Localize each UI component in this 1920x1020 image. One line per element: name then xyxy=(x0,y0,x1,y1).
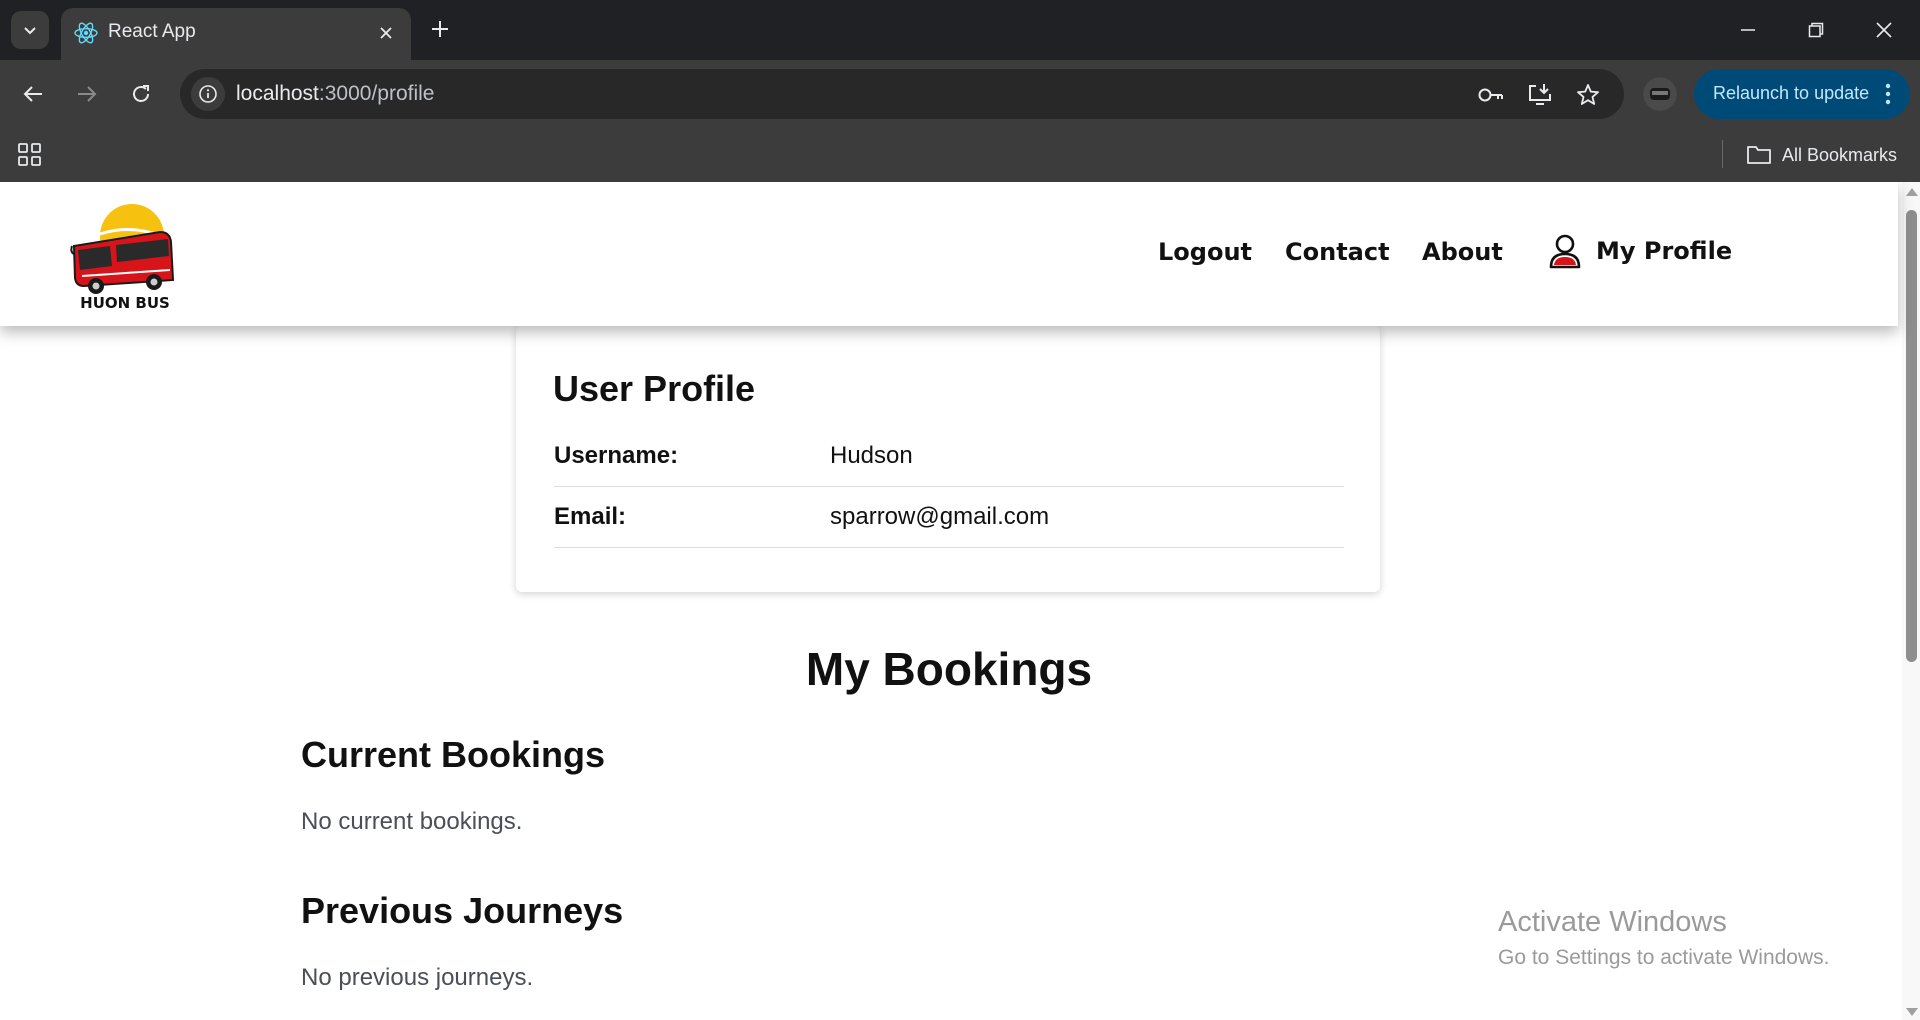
current-bookings-title: Current Bookings xyxy=(301,734,606,775)
page-scrollbar[interactable] xyxy=(1902,182,1920,1020)
relaunch-label: Relaunch to update xyxy=(1713,83,1870,103)
site-header: HUON BUS Logout Contact About My Profile xyxy=(0,182,1898,326)
install-icon xyxy=(1529,84,1551,105)
user-profile-title: User Profile xyxy=(553,368,756,409)
restore-icon xyxy=(1808,22,1824,38)
close-window-button[interactable] xyxy=(1864,12,1904,48)
scroll-down-arrow[interactable] xyxy=(1906,1008,1918,1016)
page-viewport: HUON BUS Logout Contact About My Profile… xyxy=(0,182,1920,1020)
browser-toolbar: localhost:3000/profile Relaunch to updat… xyxy=(0,60,1920,128)
arrow-left-icon xyxy=(23,86,42,102)
bookmarks-bar: All Bookmarks xyxy=(0,128,1920,182)
previous-journeys-title: Previous Journeys xyxy=(301,890,624,931)
restore-button[interactable] xyxy=(1796,12,1836,48)
relaunch-to-update-button[interactable]: Relaunch to update xyxy=(1694,69,1910,119)
email-value: sparrow@gmail.com xyxy=(830,503,1050,530)
scroll-thumb[interactable] xyxy=(1906,210,1917,662)
more-menu-button[interactable] xyxy=(1878,81,1898,107)
react-icon xyxy=(74,22,98,44)
address-bar[interactable]: localhost:3000/profile xyxy=(180,69,1624,119)
site-info-button[interactable] xyxy=(191,77,225,111)
nav-my-profile-link[interactable]: My Profile xyxy=(1548,226,1732,276)
profile-row-username: Username: Hudson xyxy=(554,426,1344,487)
folder-icon xyxy=(1747,146,1771,164)
close-icon xyxy=(380,27,392,39)
apps-grid-icon[interactable] xyxy=(16,141,44,169)
username-label: Username: xyxy=(554,442,679,469)
all-bookmarks-label: All Bookmarks xyxy=(1782,144,1898,165)
browser-profile-avatar[interactable] xyxy=(1643,77,1677,111)
email-label: Email: xyxy=(554,503,627,530)
all-bookmarks-button[interactable]: All Bookmarks xyxy=(1746,140,1897,170)
current-bookings-empty: No current bookings. xyxy=(301,808,523,835)
nav-my-profile-label: My Profile xyxy=(1596,237,1733,265)
windows-activation-subtitle: Go to Settings to activate Windows. xyxy=(1498,946,1830,969)
tab-title: React App xyxy=(108,21,196,42)
logo-text: HUON BUS xyxy=(80,294,170,312)
my-bookings-title: My Bookings xyxy=(805,643,1093,695)
more-vertical-icon xyxy=(1885,83,1891,105)
user-icon xyxy=(1549,234,1581,269)
chevron-down-icon xyxy=(24,27,36,35)
reload-icon xyxy=(133,85,149,102)
back-button[interactable] xyxy=(12,73,54,115)
bookmark-star-button[interactable] xyxy=(1573,80,1603,110)
avatar-icon xyxy=(1643,77,1677,111)
username-value: Hudson xyxy=(830,442,913,469)
profile-row-email: Email: sparrow@gmail.com xyxy=(554,487,1344,548)
url-path: :3000/profile xyxy=(318,82,435,105)
tab-close-button[interactable] xyxy=(373,20,399,46)
new-tab-button[interactable] xyxy=(425,14,455,44)
nav-about-link[interactable]: About xyxy=(1422,238,1503,266)
minimize-button[interactable] xyxy=(1728,12,1768,48)
browser-tab-strip: React App xyxy=(0,0,1920,60)
url-text[interactable]: localhost:3000/profile xyxy=(236,82,434,106)
bookmarks-separator xyxy=(1722,140,1723,168)
browser-tab[interactable]: React App xyxy=(61,8,411,60)
huon-bus-logo[interactable]: HUON BUS xyxy=(70,194,180,312)
windows-activation-title: Activate Windows xyxy=(1498,906,1727,938)
star-icon xyxy=(1577,84,1599,105)
install-app-button[interactable] xyxy=(1525,80,1555,110)
user-profile-card: User Profile Username: Hudson Email: spa… xyxy=(516,326,1380,592)
tab-search-button[interactable] xyxy=(11,11,49,49)
info-icon xyxy=(199,85,217,103)
key-icon xyxy=(1478,88,1503,102)
nav-logout-link[interactable]: Logout xyxy=(1158,238,1252,266)
forward-button[interactable] xyxy=(66,73,108,115)
plus-icon xyxy=(432,21,448,37)
close-icon xyxy=(1876,22,1892,38)
minimize-icon xyxy=(1741,29,1755,31)
nav-contact-link[interactable]: Contact xyxy=(1285,238,1390,266)
password-key-button[interactable] xyxy=(1476,80,1506,110)
reload-button[interactable] xyxy=(120,73,162,115)
scroll-up-arrow[interactable] xyxy=(1906,188,1918,196)
arrow-right-icon xyxy=(78,86,97,102)
url-host: localhost xyxy=(236,82,319,105)
previous-journeys-empty: No previous journeys. xyxy=(301,964,534,991)
